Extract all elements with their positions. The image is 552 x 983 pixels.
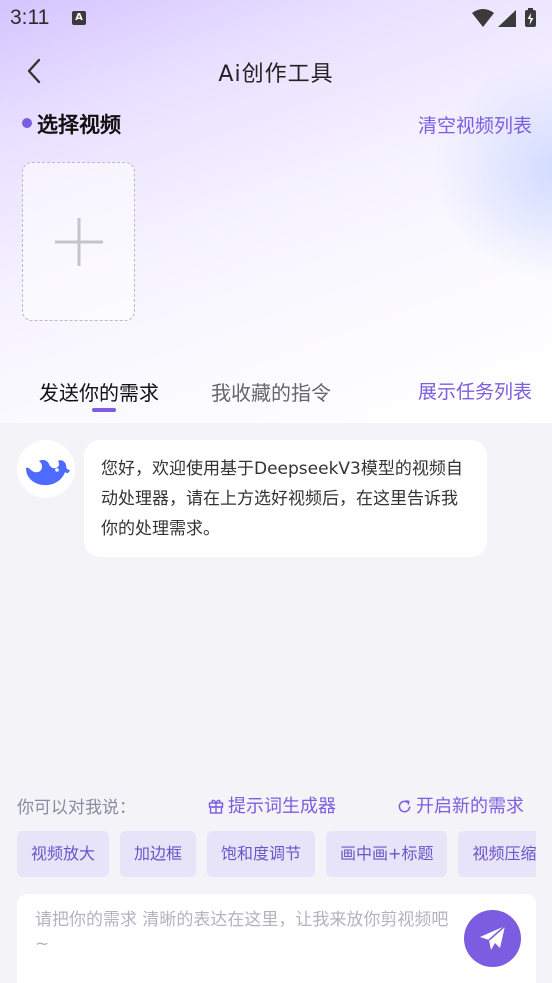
request-input-box[interactable]: 请把你的需求 清晰的表达在这里，让我来放你剪视频吧~ bbox=[17, 894, 536, 983]
suggestion-hint: 你可以对我说： bbox=[17, 798, 136, 818]
status-icons bbox=[472, 8, 536, 27]
paper-plane-icon bbox=[480, 925, 506, 950]
notification-icon: A bbox=[72, 11, 86, 25]
signal-icon bbox=[498, 10, 516, 27]
video-section-title: 选择视频 bbox=[37, 113, 121, 137]
refresh-icon bbox=[398, 800, 411, 813]
send-button[interactable] bbox=[464, 910, 521, 967]
new-request-button[interactable]: 开启新的需求 bbox=[397, 792, 524, 818]
active-tab-indicator bbox=[92, 408, 116, 412]
chip-upscale[interactable]: 视频放大 bbox=[17, 831, 110, 877]
status-bar: 3:11 A bbox=[0, 0, 552, 38]
wifi-icon bbox=[472, 9, 494, 27]
plus-icon bbox=[55, 218, 103, 266]
new-request-label: 开启新的需求 bbox=[416, 796, 524, 817]
chip-saturation[interactable]: 饱和度调节 bbox=[207, 831, 316, 877]
tab-send-request[interactable]: 发送你的需求 bbox=[39, 377, 159, 406]
tab-favorite-commands[interactable]: 我收藏的指令 bbox=[211, 377, 331, 406]
page-title: Ai创作工具 bbox=[218, 62, 334, 87]
show-task-list-button[interactable]: 展示任务列表 bbox=[418, 377, 532, 404]
assistant-avatar bbox=[17, 440, 75, 498]
assistant-message: 您好，欢迎使用基于DeepseekV3模型的视频自动处理器，请在上方选好视频后，… bbox=[84, 440, 487, 557]
clear-video-list-button[interactable]: 清空视频列表 bbox=[418, 111, 532, 138]
chip-add-border[interactable]: 加边框 bbox=[120, 831, 197, 877]
chip-compress[interactable]: 视频压缩 bbox=[458, 831, 536, 877]
prompt-generator-label: 提示词生成器 bbox=[228, 796, 336, 817]
suggestion-chips: 视频放大 加边框 饱和度调节 画中画+标题 视频压缩 bbox=[17, 831, 536, 877]
prompt-generator-button[interactable]: 提示词生成器 bbox=[208, 792, 336, 818]
add-video-button[interactable] bbox=[22, 162, 135, 321]
section-dot bbox=[22, 118, 32, 128]
gift-icon bbox=[208, 799, 224, 814]
battery-charging-icon bbox=[525, 8, 536, 27]
deepseek-whale-icon bbox=[26, 460, 70, 486]
request-input-placeholder: 请把你的需求 清晰的表达在这里，让我来放你剪视频吧~ bbox=[35, 910, 449, 954]
status-time: 3:11 bbox=[10, 6, 50, 29]
chip-pip-title[interactable]: 画中画+标题 bbox=[326, 831, 448, 877]
